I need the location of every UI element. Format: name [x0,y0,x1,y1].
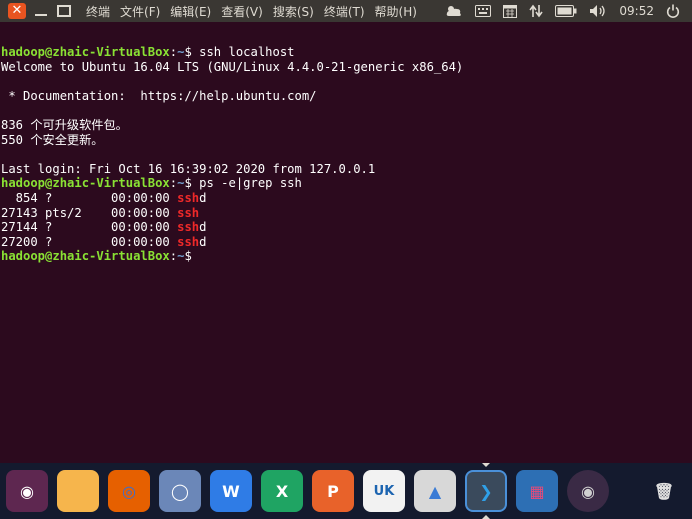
workspace-switcher-icon[interactable]: ▦ [516,470,558,512]
menu-app-title[interactable]: 终端 [86,3,110,20]
wps-spreadsheet-icon[interactable]: X [261,470,303,512]
wps-presentation-icon[interactable]: P [312,470,354,512]
network-transfer-icon[interactable] [529,0,544,22]
terminal-line: * Documentation: https://help.ubuntu.com… [0,89,692,104]
terminal-line: hadoop@zhaic-VirtualBox:~$ ps -e|grep ss… [0,176,692,191]
power-icon[interactable] [666,0,680,22]
prompt-user-host: hadoop@zhaic-VirtualBox [1,176,170,191]
ubuntu-launcher-icon[interactable]: ◉ [6,470,48,512]
grep-match: ssh [177,234,200,249]
terminal-line: 550 个安全更新。 [0,133,692,148]
trash-icon[interactable]: 🗑 [643,470,685,512]
grep-match: ssh [177,205,200,220]
terminal-text: $ ps -e|grep ssh [184,176,302,191]
software-updater-icon[interactable]: ▲ [414,470,456,512]
maximize-window-button[interactable] [55,3,73,19]
grep-match: ssh [177,220,200,235]
terminal-icon[interactable]: ❯ [465,470,507,512]
indicator-area: 09:52 [445,0,692,22]
calendar-icon[interactable] [503,0,518,22]
keyboard-icon[interactable] [475,0,492,22]
terminal-text: Last login: Fri Oct 16 16:39:02 2020 fro… [1,161,376,176]
clock-label[interactable]: 09:52 [619,0,654,22]
menu-help[interactable]: 帮助(H) [375,3,417,20]
menu-view[interactable]: 查看(V) [221,3,263,20]
running-indicator [482,463,490,467]
terminal-line: 27200 ? 00:00:00 sshd [0,235,692,250]
grep-match: ssh [177,190,200,205]
terminal-line: Welcome to Ubuntu 16.04 LTS (GNU/Linux 4… [0,60,692,75]
terminal-line: 836 个可升级软件包。 [0,118,692,133]
terminal-output[interactable]: hadoop@zhaic-VirtualBox:~$ ssh localhost… [0,45,692,465]
firefox-icon[interactable]: ◎ [108,470,150,512]
files-folder-icon[interactable] [57,470,99,512]
menu-bar: 终端 文件(F) 编辑(E) 查看(V) 搜索(S) 终端(T) 帮助(H) [86,0,417,22]
terminal-text: d [199,190,207,205]
terminal-line: hadoop@zhaic-VirtualBox:~$ ssh localhost [0,45,692,60]
terminal-line: Last login: Fri Oct 16 16:39:02 2020 fro… [0,162,692,177]
battery-icon[interactable] [555,0,577,22]
terminal-text: $ ssh localhost [184,45,295,59]
menu-file[interactable]: 文件(F) [120,3,160,20]
terminal-line: 27143 pts/2 00:00:00 ssh [0,206,692,221]
dvd-drive-icon[interactable]: ◉ [567,470,609,512]
terminal-text: 27143 pts/2 00:00:00 [1,205,178,220]
menu-terminal[interactable]: 终端(T) [324,3,365,20]
weather-cloud-icon[interactable] [445,0,463,22]
prompt-user-host: hadoop@zhaic-VirtualBox [1,249,170,264]
terminal-text: 27144 ? 00:00:00 [1,220,178,235]
terminal-text: $ [184,249,192,264]
terminal-text: d [199,220,207,235]
terminal-text: Welcome to Ubuntu 16.04 LTS (GNU/Linux 4… [1,59,464,74]
volume-icon[interactable] [589,0,607,22]
prompt-user-host: hadoop@zhaic-VirtualBox [1,45,170,59]
amazon-store-icon[interactable]: UK [363,470,405,512]
terminal-text: 27200 ? 00:00:00 [1,234,178,249]
menu-edit[interactable]: 编辑(E) [170,3,211,20]
terminal-line: 27144 ? 00:00:00 sshd [0,220,692,235]
terminal-text: d [199,234,207,249]
terminal-text: 836 个可升级软件包。 [1,117,128,132]
minimize-window-button[interactable] [32,3,50,19]
terminal-text: : [169,45,178,59]
launcher-dock: ◉ ◎ ◯ W X P UK ▲ ❯ ▦ ◉ 🗑 [0,463,692,519]
terminal-text: * Documentation: https://help.ubuntu.com… [1,88,317,103]
wps-writer-icon[interactable]: W [210,470,252,512]
terminal-line: hadoop@zhaic-VirtualBox:~$ [0,249,692,264]
chromium-icon[interactable]: ◯ [159,470,201,512]
running-indicator [482,515,490,519]
close-window-button[interactable]: ✕ [8,3,26,19]
menu-search[interactable]: 搜索(S) [273,3,314,20]
terminal-text: 550 个安全更新。 [1,132,104,147]
terminal-text: : [169,176,178,191]
terminal-text: 854 ? 00:00:00 [1,190,178,205]
terminal-line: 854 ? 00:00:00 sshd [0,191,692,206]
top-panel: ✕ 终端 文件(F) 编辑(E) 查看(V) 搜索(S) 终端(T) 帮助(H)… [0,0,692,22]
terminal-text: : [169,249,178,264]
